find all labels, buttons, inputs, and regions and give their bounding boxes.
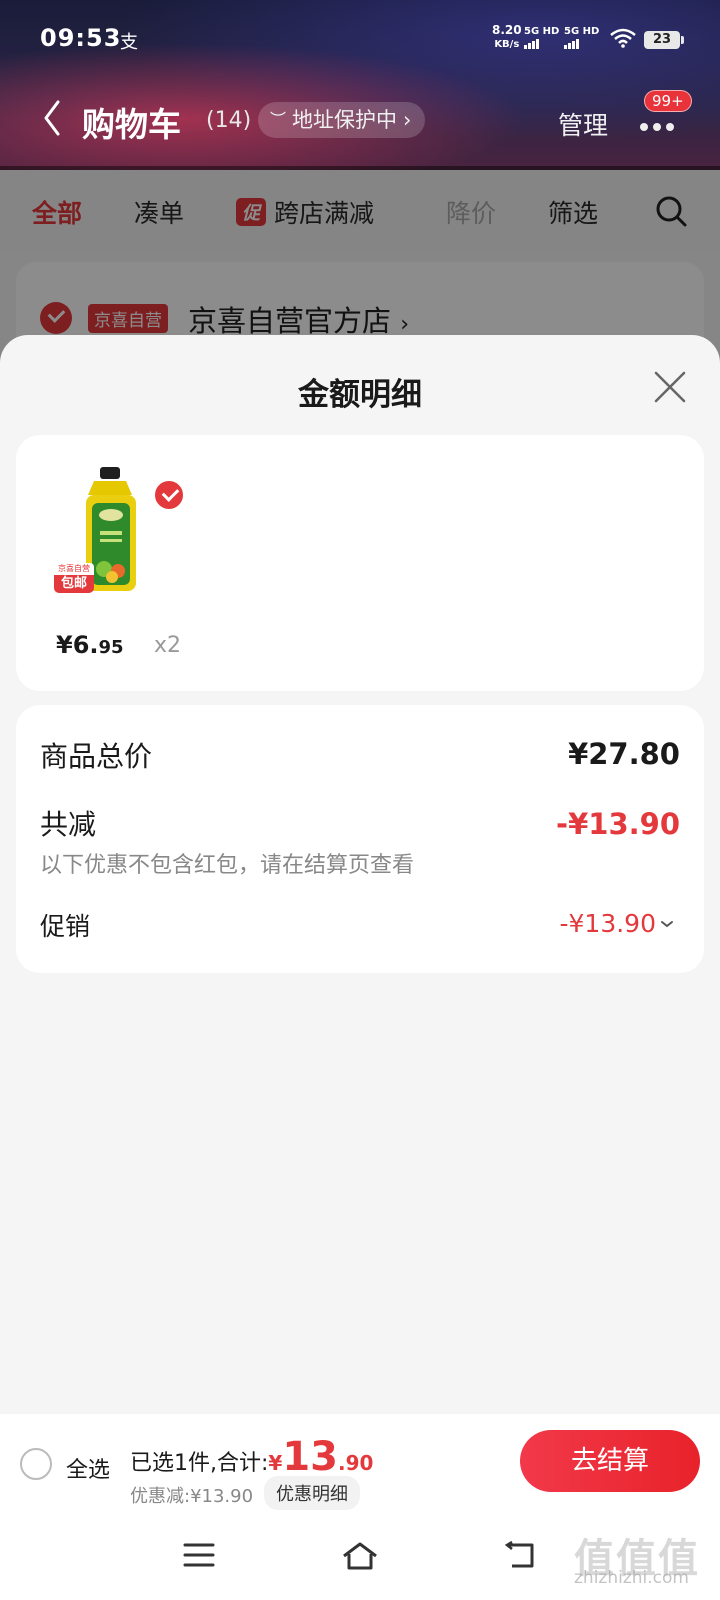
wifi-icon xyxy=(610,28,636,48)
total-decimal: .90 xyxy=(338,1451,374,1475)
nav-bar: 购物车 (14) ︶ 地址保护中 › 管理 99+ xyxy=(0,90,720,160)
chevron-right-icon: › xyxy=(403,108,412,132)
chevron-down-icon xyxy=(661,920,673,927)
signal-icon-sim2: 5G HD xyxy=(564,26,599,50)
page-title: 购物车 xyxy=(82,105,181,144)
promo-value: -¥13.90 xyxy=(559,909,657,938)
promo-label: 促销 xyxy=(40,912,91,941)
sim1-label: 5G HD xyxy=(524,26,560,37)
selected-summary: 已选1件,合计:¥13.90 xyxy=(130,1434,373,1480)
network-speed-value: 8.20 xyxy=(492,23,522,37)
total-value: ¥27.80 xyxy=(568,737,680,771)
reduce-label: 共减 xyxy=(40,808,97,841)
message-badge: 99+ xyxy=(644,90,692,112)
checkout-bar: 全选 已选1件,合计:¥13.90 优惠减:¥13.90 优惠明细 去结算 xyxy=(0,1414,720,1518)
item-price: ¥6.95 xyxy=(56,631,124,659)
ship-tag-top: 京喜自营 xyxy=(54,563,94,575)
amount-detail-sheet: 金额明细 京喜自营 包邮 ¥6.95 x2 商品总价 ¥27.80 共减 -¥1… xyxy=(0,335,720,1415)
discount-detail-button[interactable]: 优惠明细 xyxy=(264,1476,360,1510)
free-shipping-tag: 京喜自营 包邮 xyxy=(54,563,94,593)
network-speed-unit: KB/s xyxy=(494,39,520,50)
more-dots-icon[interactable] xyxy=(640,116,680,131)
discount-note: 以下优惠不包含红包，请在结算页查看 xyxy=(40,853,415,878)
sheet-title: 金额明细 xyxy=(298,377,422,413)
selected-count-text: 已选1件,合计: xyxy=(130,1451,269,1476)
goods-card: 京喜自营 包邮 ¥6.95 x2 xyxy=(16,435,704,691)
back-arrow-icon[interactable] xyxy=(38,98,68,138)
closed-eye-icon: ︶ xyxy=(270,110,287,129)
signal-icon-sim1: 5G HD xyxy=(524,26,559,50)
item-price-decimal: 95 xyxy=(98,637,124,658)
status-bar: 09:53 支 8.20 KB/s 5G HD 5G HD 23 xyxy=(0,0,720,78)
manage-button[interactable]: 管理 xyxy=(558,106,608,142)
status-time: 09:53 xyxy=(40,24,122,52)
address-protect-label: 地址保护中 xyxy=(292,108,398,132)
product-checkbox[interactable] xyxy=(153,479,185,511)
back-nav-icon[interactable] xyxy=(502,1540,538,1570)
total-label: 商品总价 xyxy=(40,740,153,773)
total-currency: ¥ xyxy=(268,1451,283,1475)
cart-header: 09:53 支 8.20 KB/s 5G HD 5G HD 23 购物车 (14… xyxy=(0,0,720,170)
select-all-checkbox[interactable] xyxy=(20,1448,52,1480)
menu-icon[interactable] xyxy=(182,1540,216,1570)
reduce-value: -¥13.90 xyxy=(556,807,680,841)
address-protect-pill[interactable]: ︶ 地址保护中 › xyxy=(258,102,426,138)
select-all-label[interactable]: 全选 xyxy=(66,1452,110,1484)
battery-icon: 23 xyxy=(644,31,684,49)
checkout-button[interactable]: 去结算 xyxy=(520,1430,700,1492)
total-integer: 13 xyxy=(282,1434,338,1480)
close-icon[interactable] xyxy=(652,369,688,405)
ship-tag-label: 包邮 xyxy=(60,576,87,591)
item-price-main: ¥6. xyxy=(56,631,99,659)
amount-detail-card: 商品总价 ¥27.80 共减 -¥13.90 以下优惠不包含红包，请在结算页查看… xyxy=(16,705,704,973)
cart-count: (14) xyxy=(206,108,252,133)
item-quantity: x2 xyxy=(154,633,182,658)
site-watermark-url: zhizhizhi.com xyxy=(574,1568,689,1588)
network-speed: 8.20 KB/s xyxy=(492,24,522,51)
home-icon[interactable] xyxy=(340,1540,380,1572)
discount-amount: 优惠减:¥13.90 xyxy=(130,1486,254,1507)
status-app-icon: 支 xyxy=(120,32,138,53)
sim2-label: 5G HD xyxy=(564,26,600,37)
promo-value-toggle[interactable]: -¥13.90 xyxy=(560,909,675,938)
